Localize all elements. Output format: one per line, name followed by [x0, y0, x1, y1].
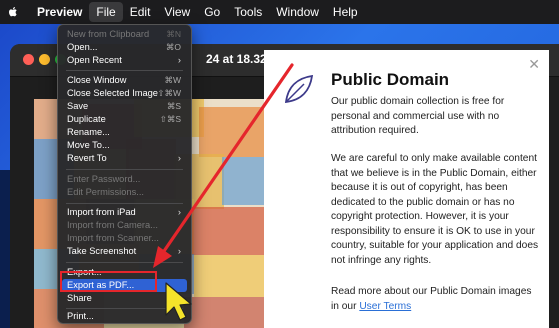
annotation-overlay: [153, 63, 294, 321]
mouse-pointer-icon: [165, 282, 192, 321]
red-arrow-icon: [153, 63, 294, 268]
